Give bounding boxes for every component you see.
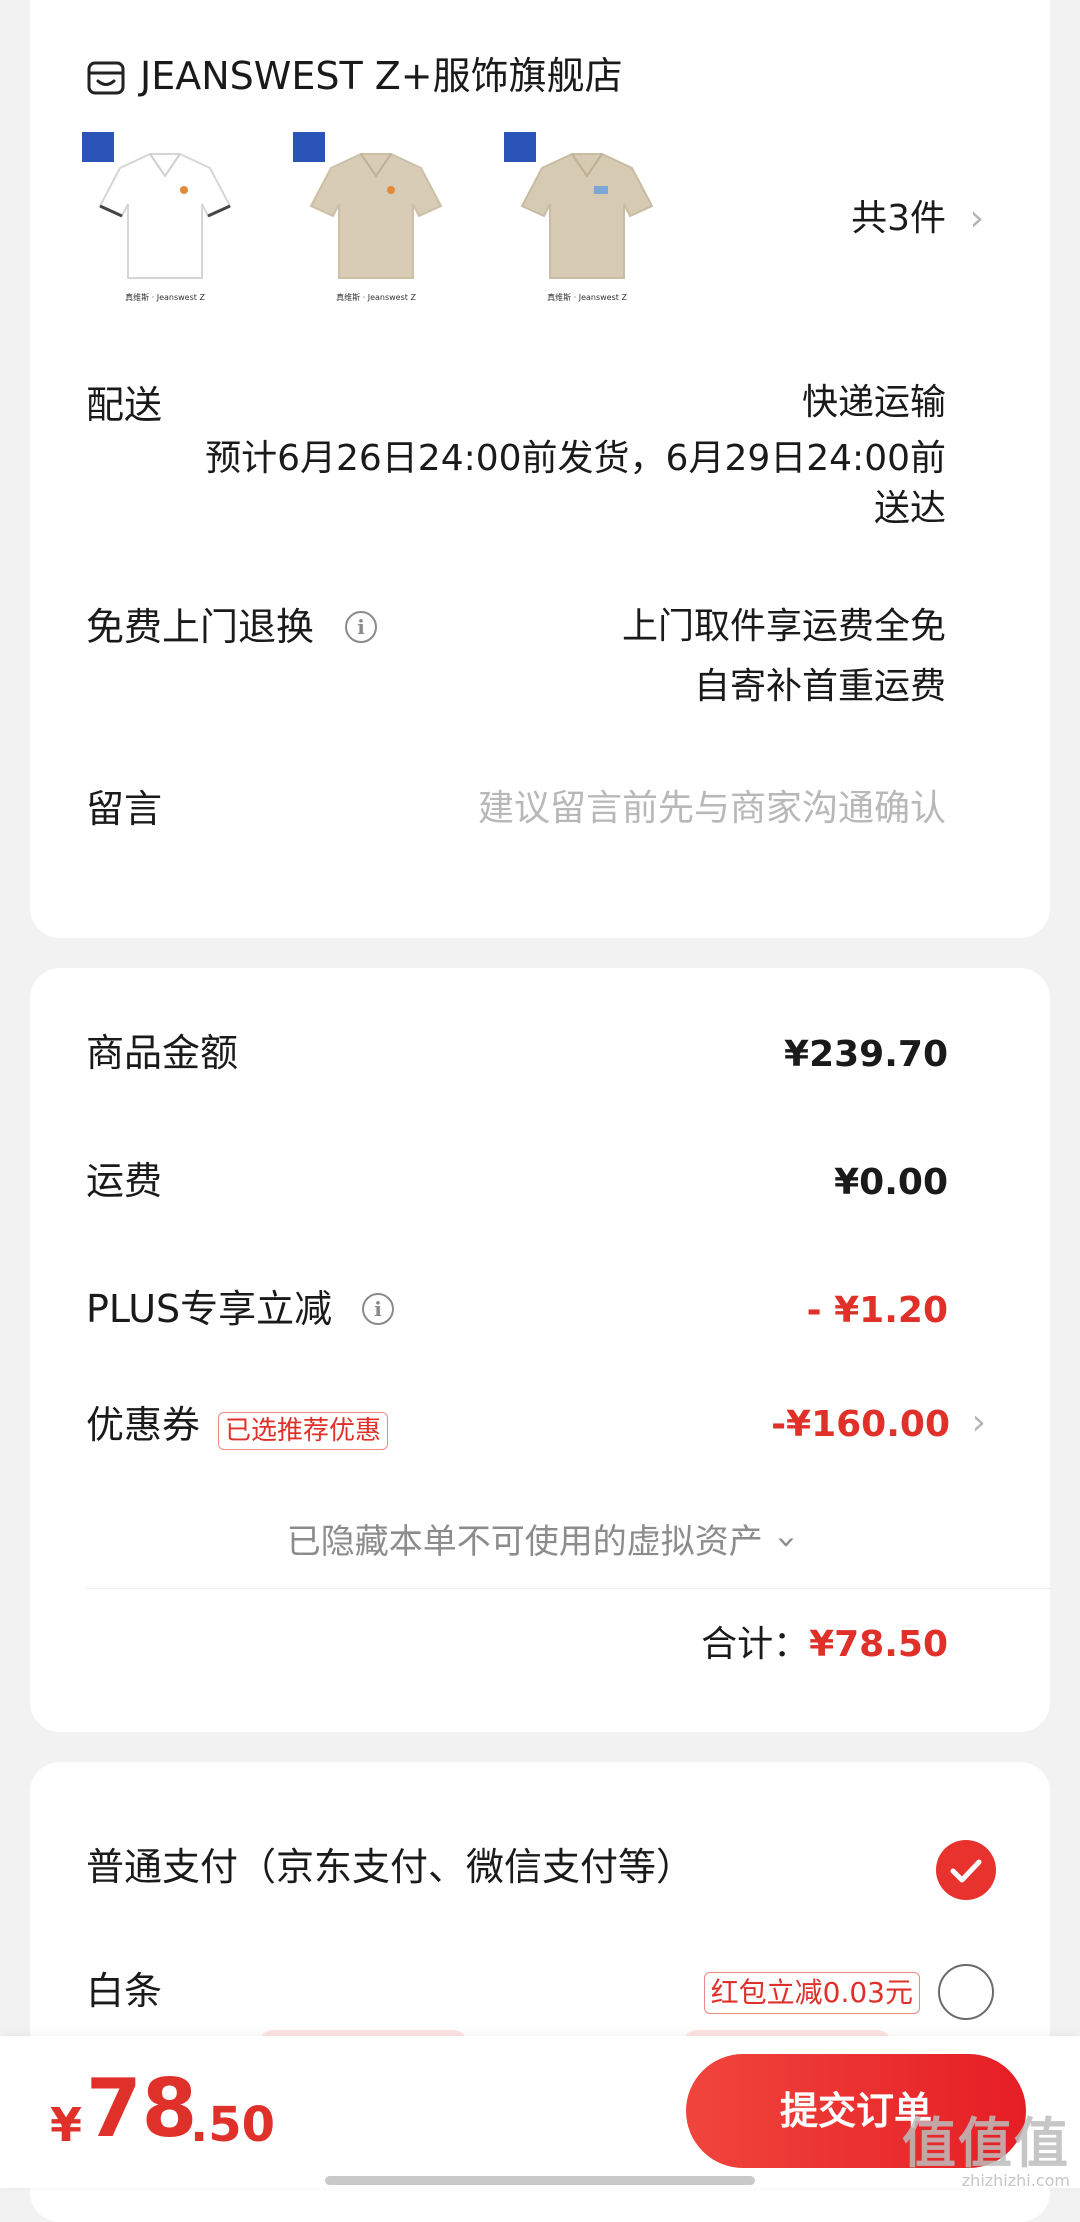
divider bbox=[86, 1588, 1050, 1589]
total-amount-integer: 78 bbox=[86, 2062, 198, 2155]
chevron-down-icon: › bbox=[766, 1535, 807, 1549]
goods-amount-label: 商品金额 bbox=[86, 1031, 239, 1075]
hidden-assets-note: 已隐藏本单不可使用的虚拟资产 bbox=[286, 1522, 763, 1562]
item-count[interactable]: 共3件 bbox=[851, 196, 946, 242]
currency-symbol: ¥ bbox=[50, 2098, 83, 2152]
store-name[interactable]: JEANSWEST Z+服饰旗舰店 bbox=[140, 52, 623, 100]
baitiao-promo-tag: 红包立减0.03元 bbox=[703, 1972, 920, 2014]
total-label: 合计： bbox=[701, 1624, 810, 1665]
delivery-label: 配送 bbox=[86, 383, 163, 427]
coupon-value[interactable]: -¥160.00 bbox=[771, 1402, 950, 1448]
hidden-assets-toggle[interactable]: 已隐藏本单不可使用的虚拟资产 › bbox=[30, 1520, 1050, 1564]
watermark-logo: 值值值 bbox=[902, 2112, 1070, 2175]
checked-radio-icon[interactable] bbox=[936, 1840, 996, 1900]
payment-option-normal[interactable]: 普通支付（京东支付、微信支付等） bbox=[86, 1844, 694, 1890]
delivery-method: 快递运输 bbox=[801, 382, 946, 423]
delivery-estimate-cont: 送达 bbox=[873, 488, 946, 529]
svg-text:真维斯 · Jeanswest Z: 真维斯 · Jeanswest Z bbox=[125, 292, 205, 302]
watermark: 值值值 zhizhizhi.com bbox=[902, 2116, 1070, 2190]
product-thumbnail[interactable]: 真维斯 · Jeanswest Z bbox=[80, 128, 250, 313]
info-icon[interactable]: i bbox=[345, 611, 377, 643]
bottom-checkout-bar: ¥ 78 .50 提交订单 值值值 zhizhizhi.com bbox=[0, 2036, 1080, 2190]
home-indicator bbox=[325, 2176, 755, 2185]
message-label: 留言 bbox=[86, 787, 163, 831]
coupon-recommend-tag: 已选推荐优惠 bbox=[218, 1412, 389, 1450]
product-thumbnail[interactable]: 真维斯 · Jeanswest Z bbox=[502, 128, 672, 313]
store-icon bbox=[87, 61, 125, 95]
delivery-estimate: 预计6月26日24:00前发货，6月29日24:00前 bbox=[205, 438, 946, 479]
shipping-value: ¥0.00 bbox=[834, 1162, 948, 1203]
total-row: 合计：¥78.50 bbox=[701, 1622, 948, 1668]
chevron-right-icon[interactable]: › bbox=[970, 196, 984, 242]
total-value: ¥78.50 bbox=[809, 1624, 948, 1665]
returns-line1: 上门取件享运费全免 bbox=[621, 606, 946, 647]
total-amount-decimal: .50 bbox=[190, 2097, 276, 2153]
price-summary-card: 商品金额 ¥239.70 运费 ¥0.00 PLUS专享立减 i - ¥1.20… bbox=[30, 968, 1050, 1732]
message-input[interactable]: 建议留言前先与商家沟通确认 bbox=[478, 784, 946, 834]
info-icon[interactable]: i bbox=[362, 1293, 394, 1325]
shop-card: JEANSWEST Z+服饰旗舰店 真维斯 · Jeanswest Z 真维斯 … bbox=[30, 0, 1050, 938]
payment-option-baitiao[interactable]: 白条 bbox=[86, 1968, 162, 2014]
returns-label: 免费上门退换 bbox=[86, 605, 315, 649]
goods-amount-value: ¥239.70 bbox=[784, 1034, 948, 1075]
svg-text:真维斯 · Jeanswest Z: 真维斯 · Jeanswest Z bbox=[336, 292, 416, 302]
shipping-label: 运费 bbox=[86, 1159, 163, 1203]
product-thumbnail[interactable]: 真维斯 · Jeanswest Z bbox=[291, 128, 461, 313]
svg-text:真维斯 · Jeanswest Z: 真维斯 · Jeanswest Z bbox=[547, 292, 627, 302]
plus-discount-value: - ¥1.20 bbox=[806, 1290, 948, 1331]
chevron-right-icon[interactable]: › bbox=[972, 1400, 986, 1446]
returns-line2: 自寄补首重运费 bbox=[693, 666, 946, 707]
radio-unchecked-icon[interactable] bbox=[938, 1964, 994, 2020]
coupon-label: 优惠券 bbox=[86, 1403, 201, 1447]
plus-discount-label: PLUS专享立减 bbox=[86, 1287, 333, 1331]
